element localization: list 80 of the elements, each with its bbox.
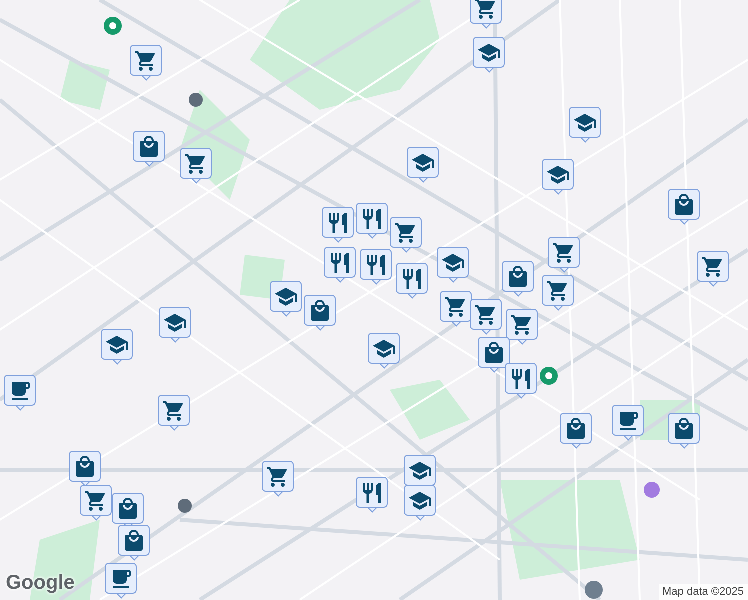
cart-marker[interactable]: [262, 461, 294, 499]
cart-marker[interactable]: [130, 45, 162, 83]
shopping-bag-marker[interactable]: [304, 295, 336, 333]
fork-knife-icon: [364, 252, 388, 276]
cart-icon: [546, 278, 570, 302]
graduation-cap-marker[interactable]: [437, 247, 469, 285]
graduation-cap-marker[interactable]: [101, 329, 133, 367]
fork-knife-marker[interactable]: [360, 249, 392, 287]
cart-marker[interactable]: [440, 291, 472, 329]
shopping-bag-icon: [672, 416, 696, 440]
cart-marker[interactable]: [470, 299, 502, 337]
shopping-bag-marker[interactable]: [118, 525, 150, 563]
park-area: [60, 60, 110, 110]
cart-marker[interactable]: [470, 0, 502, 31]
cart-icon: [134, 48, 158, 72]
graduation-cap-marker[interactable]: [542, 159, 574, 197]
cart-icon: [394, 220, 418, 244]
graduation-cap-marker[interactable]: [270, 281, 302, 319]
shopping-bag-icon: [308, 298, 332, 322]
place-pin-icon: [104, 17, 122, 35]
fork-knife-icon: [509, 366, 533, 390]
fork-knife-marker[interactable]: [324, 247, 356, 285]
station-dot-icon: [189, 93, 203, 107]
place-pin-icon: [540, 367, 558, 385]
cup-marker[interactable]: [4, 375, 36, 413]
cart-icon: [552, 240, 576, 264]
cart-marker[interactable]: [697, 251, 729, 289]
graduation-cap-marker[interactable]: [368, 333, 400, 371]
cart-marker[interactable]: [548, 237, 580, 275]
shopping-bag-icon: [564, 416, 588, 440]
shopping-bag-icon: [482, 340, 506, 364]
shopping-bag-icon: [137, 134, 161, 158]
google-logo: Google: [6, 571, 75, 596]
fork-knife-marker[interactable]: [396, 263, 428, 301]
cart-marker[interactable]: [80, 485, 112, 523]
cup-marker[interactable]: [612, 405, 644, 443]
map-attribution: Map data ©2025: [658, 584, 748, 600]
shopping-bag-marker[interactable]: [668, 413, 700, 451]
shopping-bag-icon: [506, 264, 530, 288]
fork-knife-icon: [400, 266, 424, 290]
graduation-cap-marker[interactable]: [407, 147, 439, 185]
fork-knife-icon: [328, 250, 352, 274]
shopping-bag-icon: [116, 496, 140, 520]
place-dot-icon: [644, 482, 660, 498]
cart-marker[interactable]: [158, 395, 190, 433]
graduation-cap-marker[interactable]: [473, 37, 505, 75]
place-dot-icon: [585, 581, 603, 599]
station-dot-icon: [178, 499, 192, 513]
graduation-cap-marker[interactable]: [159, 307, 191, 345]
cart-icon: [444, 294, 468, 318]
shopping-bag-marker[interactable]: [478, 337, 510, 375]
shopping-bag-icon: [122, 528, 146, 552]
cup-marker[interactable]: [105, 563, 137, 600]
fork-knife-marker[interactable]: [322, 207, 354, 245]
fork-knife-icon: [360, 206, 384, 230]
shopping-bag-marker[interactable]: [560, 413, 592, 451]
cart-marker[interactable]: [180, 148, 212, 186]
shopping-bag-marker[interactable]: [133, 131, 165, 169]
shopping-bag-icon: [672, 192, 696, 216]
cart-marker[interactable]: [390, 217, 422, 255]
fork-knife-icon: [360, 480, 384, 504]
shopping-bag-marker[interactable]: [668, 189, 700, 227]
cart-icon: [510, 312, 534, 336]
cart-icon: [84, 488, 108, 512]
graduation-cap-marker[interactable]: [569, 107, 601, 145]
cart-icon: [184, 152, 208, 176]
shopping-bag-marker[interactable]: [502, 261, 534, 299]
fork-knife-icon: [326, 210, 350, 234]
cart-icon: [266, 464, 290, 488]
graduation-cap-marker[interactable]: [404, 485, 436, 523]
fork-knife-marker[interactable]: [356, 477, 388, 515]
cart-icon: [474, 0, 498, 20]
cart-icon: [162, 398, 186, 422]
fork-knife-marker[interactable]: [356, 203, 388, 241]
fork-knife-marker[interactable]: [505, 363, 537, 401]
shopping-bag-icon: [73, 454, 97, 478]
cart-marker[interactable]: [542, 275, 574, 313]
cart-marker[interactable]: [506, 309, 538, 347]
cart-icon: [474, 302, 498, 326]
cart-icon: [701, 254, 725, 278]
